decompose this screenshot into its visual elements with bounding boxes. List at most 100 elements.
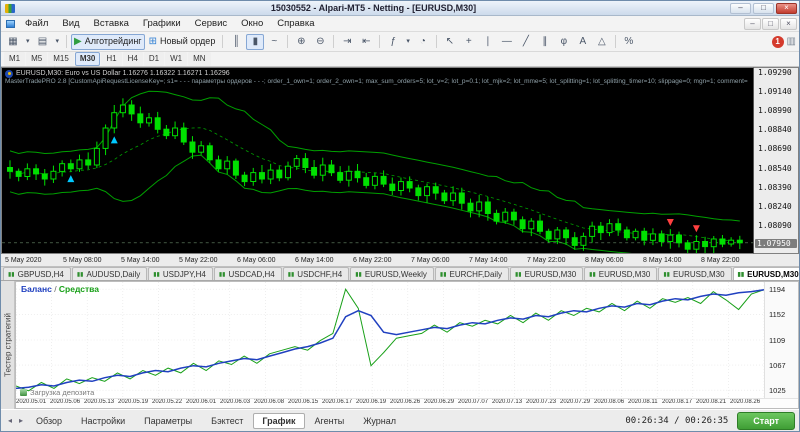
- close-button[interactable]: ×: [776, 2, 797, 14]
- bottom-tab-Агенты[interactable]: Агенты: [306, 413, 354, 429]
- bottom-tab-Обзор[interactable]: Обзор: [27, 413, 71, 429]
- shapes-tool-button[interactable]: △: [593, 34, 611, 50]
- time-label: 8 May 06:00: [585, 256, 624, 264]
- tabs-scroll-right-icon[interactable]: ▸: [16, 415, 26, 426]
- timeframe-button-W1[interactable]: W1: [165, 52, 188, 66]
- symbol-tab[interactable]: ▮▮ EURUSD,M30: [658, 267, 732, 280]
- tester-side-tab[interactable]: Тестер стратегий: [1, 281, 15, 409]
- deposit-load-icon: [20, 389, 27, 396]
- price-label: 1.08990: [758, 106, 792, 116]
- candles-mode-button[interactable]: ▮: [246, 33, 265, 50]
- mini-chart-icon: ▮▮: [8, 271, 15, 278]
- algo-trading-button[interactable]: ▶ Алготрейдинг: [71, 33, 145, 50]
- new-chart-menu[interactable]: ▾: [23, 34, 33, 50]
- timeframe-button-H4[interactable]: H4: [122, 52, 143, 66]
- symbol-tab[interactable]: ▮▮ GBPUSD,H4: [3, 267, 71, 280]
- bottom-tab-Бэктест[interactable]: Бэктест: [202, 413, 252, 429]
- hline-tool-button[interactable]: ―: [498, 34, 516, 50]
- candle: [311, 167, 318, 176]
- time-label: 7 May 06:00: [411, 256, 450, 264]
- bottom-tab-Параметры[interactable]: Параметры: [135, 413, 201, 429]
- symbol-tab[interactable]: ▮▮ EURCHF,Daily: [434, 267, 509, 280]
- chart-minimize-button[interactable]: –: [744, 17, 761, 30]
- algo-trading-button-label: Алготрейдинг: [84, 36, 142, 46]
- candle: [232, 160, 239, 176]
- new-chart-button[interactable]: ▦: [4, 34, 22, 50]
- tester-xlabel: 2020.07.29: [560, 399, 591, 405]
- candle: [493, 212, 500, 222]
- candle: [328, 164, 335, 174]
- cursor-tool-button[interactable]: ↖: [441, 34, 459, 50]
- timeframe-button-D1[interactable]: D1: [143, 52, 165, 66]
- profiles-menu[interactable]: ▾: [53, 34, 63, 50]
- menu-item-6[interactable]: Справка: [270, 17, 321, 30]
- start-button[interactable]: Старт: [737, 411, 795, 430]
- symbol-tab[interactable]: ▮▮ USDJPY,H4: [148, 267, 213, 280]
- maximize-button[interactable]: □: [753, 2, 774, 14]
- symbol-tab[interactable]: ▮▮ EURUSD,M30: [509, 267, 584, 280]
- time-axis: 5 May 2020 5 May 08:00 5 May 14:00 5 May 22…: [1, 254, 799, 267]
- indicators-menu[interactable]: ▾: [403, 34, 413, 50]
- menu-item-4[interactable]: Сервис: [188, 17, 235, 30]
- crosshair-tool-button[interactable]: +: [460, 34, 478, 50]
- price-chart[interactable]: EURUSD,M30: Euro vs US Dollar 1.16276 1.…: [1, 67, 753, 254]
- new-order-button[interactable]: ⊞ Новый ордер: [146, 34, 219, 50]
- vline-tool-button-icon: ∣: [485, 35, 491, 47]
- tester-value-axis: 1194 1152 1109 1067 1025: [764, 282, 798, 398]
- chart-restore-button[interactable]: □: [762, 17, 779, 30]
- candle: [189, 141, 196, 153]
- candle: [432, 186, 439, 194]
- menu-item-5[interactable]: Окно: [234, 17, 270, 30]
- candle: [467, 202, 474, 212]
- minimize-button[interactable]: –: [730, 2, 751, 14]
- chart-shift-button[interactable]: ⇤: [357, 34, 375, 50]
- line-mode-button[interactable]: ~: [265, 34, 283, 50]
- text-tool-button[interactable]: A: [574, 34, 592, 50]
- profiles-button[interactable]: ▤: [34, 34, 52, 50]
- deposit-load-label: Загрузка депозита: [30, 388, 95, 397]
- percent-button[interactable]: %: [620, 34, 638, 50]
- symbol-tab[interactable]: ▮▮ EURUSD,M30: [584, 267, 658, 280]
- symbol-tab[interactable]: ▮▮ EURUSD,Weekly: [350, 267, 434, 280]
- symbol-tab[interactable]: ▮▮ AUDUSD,Daily: [71, 267, 148, 280]
- tabs-scroll-left-icon[interactable]: ◂: [5, 415, 15, 426]
- vline-tool-button[interactable]: ∣: [479, 34, 497, 50]
- symbol-tab[interactable]: ▮▮ USDCHF,H4: [282, 267, 350, 280]
- time-label: 5 May 2020: [5, 256, 42, 264]
- fibonacci-tool-button[interactable]: φ: [555, 34, 573, 50]
- candle: [93, 147, 100, 166]
- timeframe-button-MN[interactable]: MN: [188, 52, 211, 66]
- trendline-tool-button[interactable]: ╱: [517, 34, 535, 50]
- bars-mode-button[interactable]: ║: [227, 34, 245, 50]
- toolbar-separator: [614, 35, 616, 48]
- zoom-out-button[interactable]: ⊖: [311, 34, 329, 50]
- tester-xlabel: 2020.08.06: [594, 399, 625, 405]
- chart-close-button[interactable]: ×: [780, 17, 797, 30]
- time-label: 6 May 06:00: [237, 256, 276, 264]
- indicators-button[interactable]: ƒ: [384, 34, 402, 50]
- timeframes-menu-button[interactable]: ◔: [414, 34, 432, 50]
- bottom-tab-Настройки[interactable]: Настройки: [72, 413, 134, 429]
- tester-graph[interactable]: Баланс / Средства Загрузка депозита: [16, 282, 764, 398]
- menu-item-3[interactable]: Графики: [136, 17, 188, 30]
- symbol-tab[interactable]: ▮▮ EURUSD,M30: [732, 267, 799, 280]
- menu-item-1[interactable]: Вид: [55, 17, 86, 30]
- timeframe-button-M15[interactable]: M15: [48, 52, 74, 66]
- timeframe-button-M30[interactable]: M30: [74, 52, 101, 66]
- menu-item-0[interactable]: Файл: [18, 17, 55, 30]
- timeframe-button-M1[interactable]: M1: [4, 52, 26, 66]
- tester-ylabel: 1067: [769, 361, 786, 371]
- tester-xlabel: 2020.05.06: [50, 399, 81, 405]
- zoom-in-button[interactable]: ⊕: [292, 34, 310, 50]
- autoscroll-button[interactable]: ⇥: [338, 34, 356, 50]
- timeframe-button-M5[interactable]: M5: [26, 52, 48, 66]
- symbol-tab[interactable]: ▮▮ USDCAD,H4: [213, 267, 282, 280]
- line-mode-button-icon: ~: [271, 35, 278, 47]
- bottom-tab-Журнал[interactable]: Журнал: [354, 413, 405, 429]
- price-label: 1.08240: [758, 201, 792, 211]
- bottom-tab-График[interactable]: График: [253, 412, 305, 429]
- menu-item-2[interactable]: Вставка: [87, 17, 136, 30]
- notifications-badge-icon[interactable]: 1: [771, 35, 784, 48]
- channel-tool-button[interactable]: ∥: [536, 34, 554, 50]
- timeframe-button-H1[interactable]: H1: [101, 52, 122, 66]
